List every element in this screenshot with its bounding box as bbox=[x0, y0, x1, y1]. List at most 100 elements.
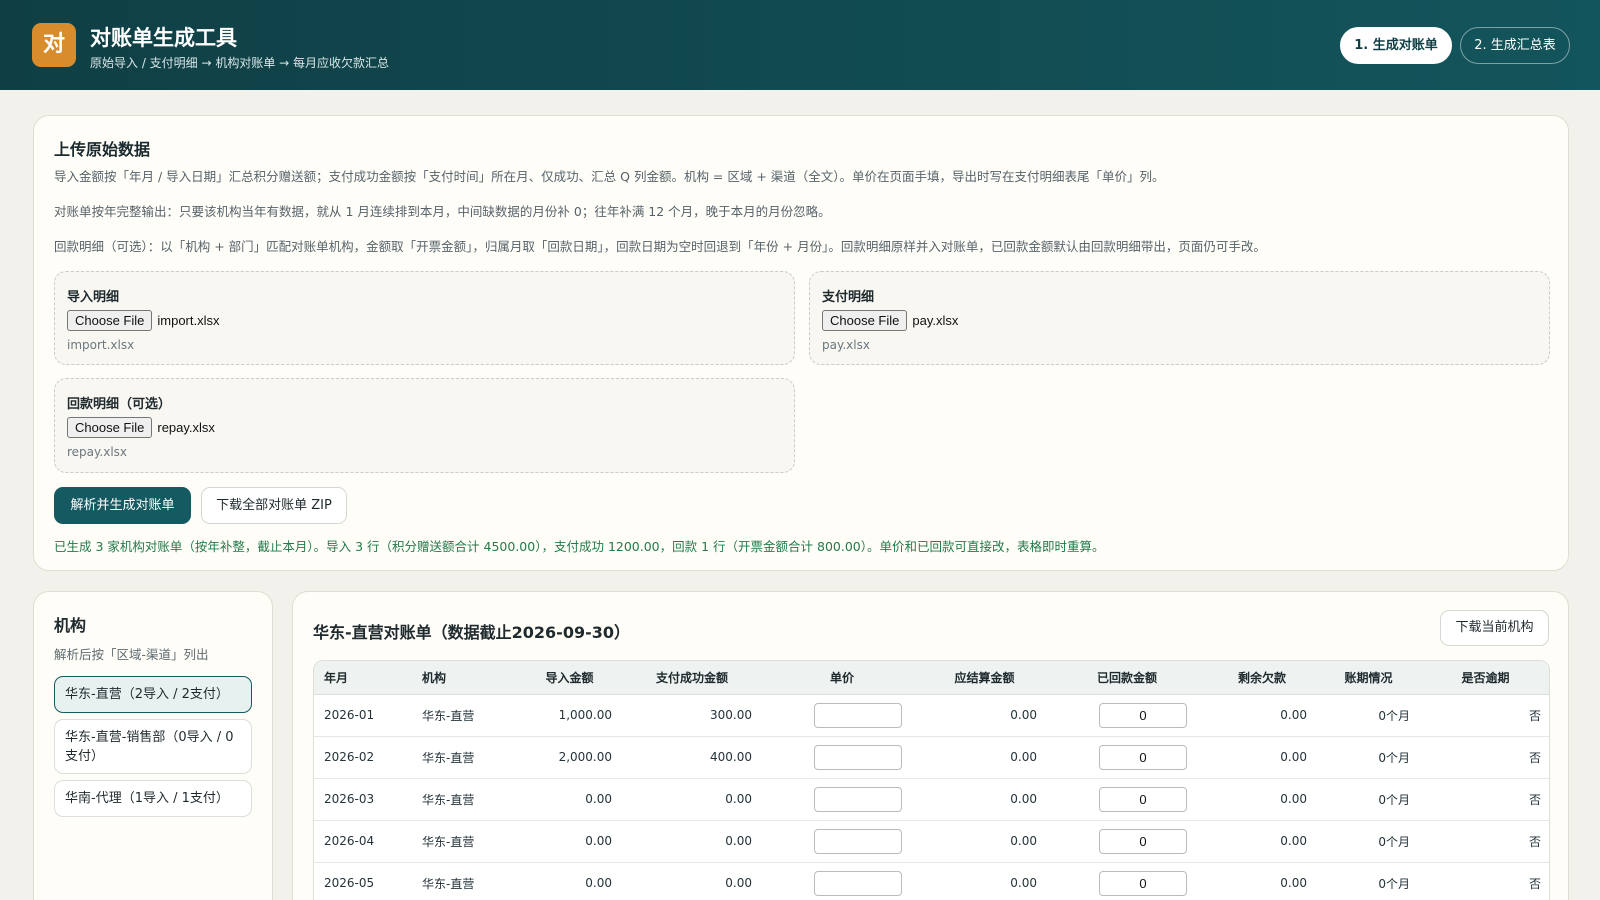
cell-settle-amount: 0.00 bbox=[922, 778, 1047, 821]
import-dropzone[interactable]: 导入明细 Choose File import.xlsx import.xlsx bbox=[54, 271, 795, 365]
cell-month: 2026-03 bbox=[314, 778, 412, 821]
unit-price-input[interactable] bbox=[814, 786, 902, 812]
cell-import-amount: 1,000.00 bbox=[517, 694, 622, 737]
org-item-huanan-daili[interactable]: 华南-代理（1导入 / 1支付） bbox=[54, 780, 252, 817]
pay-file-hint: pay.xlsx bbox=[822, 338, 870, 352]
table-row: 2026-05 华东-直营 0.00 0.00 0.00 0 0.00 0个月 … bbox=[314, 862, 1549, 900]
cell-overdue: 否 bbox=[1420, 778, 1549, 821]
col-header-unit-price: 单价 bbox=[762, 661, 922, 695]
download-all-zip-button[interactable]: 下载全部对账单 ZIP bbox=[201, 487, 347, 524]
cell-settle-amount: 0.00 bbox=[922, 862, 1047, 900]
cell-payment-term: 0个月 bbox=[1317, 862, 1420, 900]
col-header-org: 机构 bbox=[412, 661, 517, 695]
col-header-settle-amount: 应结算金额 bbox=[922, 661, 1047, 695]
repaid-amount-input[interactable]: 0 bbox=[1099, 828, 1187, 854]
org-item-huadong-zhiying[interactable]: 华东-直营（2导入 / 2支付） bbox=[54, 676, 252, 713]
repay-label: 回款明细（可选） bbox=[67, 397, 172, 412]
cell-settle-amount: 0.00 bbox=[922, 694, 1047, 737]
cell-payment-term: 0个月 bbox=[1317, 778, 1420, 821]
cell-overdue: 否 bbox=[1420, 736, 1549, 779]
cell-org: 华东-直营 bbox=[412, 862, 517, 900]
app-title: 对账单生成工具 bbox=[90, 26, 237, 50]
table-row: 2026-03 华东-直营 0.00 0.00 0.00 0 0.00 0个月 … bbox=[314, 778, 1549, 821]
cell-remaining-owed: 0.00 bbox=[1207, 862, 1317, 900]
download-current-org-button[interactable]: 下载当前机构 bbox=[1440, 610, 1549, 646]
table-row: 2026-01 华东-直营 1,000.00 300.00 0.00 0 0.0… bbox=[314, 694, 1549, 737]
upload-description-2: 对账单按年完整输出：只要该机构当年有数据，就从 1 月连续排到本月，中间缺数据的… bbox=[54, 204, 831, 219]
pay-label: 支付明细 bbox=[822, 290, 875, 305]
app-logo-icon: 对 bbox=[32, 23, 76, 67]
cell-paid-amount: 0.00 bbox=[622, 820, 762, 863]
col-header-repaid-amount: 已回款金额 bbox=[1047, 661, 1207, 695]
cell-month: 2026-04 bbox=[314, 820, 412, 863]
col-header-paid-amount: 支付成功金额 bbox=[622, 661, 762, 695]
cell-org: 华东-直营 bbox=[412, 694, 517, 737]
import-label: 导入明细 bbox=[67, 290, 120, 305]
unit-price-input[interactable] bbox=[814, 702, 902, 728]
cell-import-amount: 0.00 bbox=[517, 778, 622, 821]
col-header-payment-term: 账期情况 bbox=[1317, 661, 1420, 695]
table-row: 2026-02 华东-直营 2,000.00 400.00 0.00 0 0.0… bbox=[314, 736, 1549, 779]
cell-remaining-owed: 0.00 bbox=[1207, 694, 1317, 737]
import-file-name: import.xlsx bbox=[157, 312, 220, 328]
repaid-amount-input[interactable]: 0 bbox=[1099, 702, 1187, 728]
step-tab-generate-statements[interactable]: 1. 生成对账单 bbox=[1340, 27, 1452, 64]
col-header-import-amount: 导入金额 bbox=[517, 661, 622, 695]
cell-overdue: 否 bbox=[1420, 862, 1549, 900]
orgs-panel: 机构 解析后按「区域-渠道」列出 华东-直营（2导入 / 2支付） 华东-直营-… bbox=[33, 591, 273, 900]
col-header-month: 年月 bbox=[314, 661, 412, 695]
cell-remaining-owed: 0.00 bbox=[1207, 820, 1317, 863]
upload-panel-title: 上传原始数据 bbox=[54, 140, 151, 159]
upload-description-1: 导入金额按「年月 / 导入日期」汇总积分赠送额；支付成功金额按「支付时间」所在月… bbox=[54, 169, 1165, 184]
repaid-amount-input[interactable]: 0 bbox=[1099, 786, 1187, 812]
orgs-subtitle: 解析后按「区域-渠道」列出 bbox=[54, 647, 209, 662]
table-header-row: 年月 机构 导入金额 支付成功金额 单价 应结算金额 已回款金额 剩余欠款 账期… bbox=[314, 661, 1549, 695]
cell-overdue: 否 bbox=[1420, 694, 1549, 737]
cell-month: 2026-02 bbox=[314, 736, 412, 779]
pay-choose-file-button[interactable]: Choose File bbox=[822, 309, 908, 331]
unit-price-input[interactable] bbox=[814, 870, 902, 896]
repaid-amount-input[interactable]: 0 bbox=[1099, 744, 1187, 770]
repay-dropzone[interactable]: 回款明细（可选） Choose File repay.xlsx repay.xl… bbox=[54, 378, 795, 473]
import-choose-file-button[interactable]: Choose File bbox=[67, 309, 153, 331]
import-file-input[interactable]: Choose File import.xlsx bbox=[67, 309, 220, 331]
cell-payment-term: 0个月 bbox=[1317, 736, 1420, 779]
cell-settle-amount: 0.00 bbox=[922, 736, 1047, 779]
pay-dropzone[interactable]: 支付明细 Choose File pay.xlsx pay.xlsx bbox=[809, 271, 1550, 365]
statement-title: 华东-直营对账单（数据截止2026-09-30） bbox=[313, 623, 630, 642]
cell-settle-amount: 0.00 bbox=[922, 820, 1047, 863]
table-row: 2026-04 华东-直营 0.00 0.00 0.00 0 0.00 0个月 … bbox=[314, 820, 1549, 863]
generate-statements-button[interactable]: 解析并生成对账单 bbox=[54, 487, 191, 524]
cell-paid-amount: 300.00 bbox=[622, 694, 762, 737]
pay-file-input[interactable]: Choose File pay.xlsx bbox=[822, 309, 958, 331]
pay-file-name: pay.xlsx bbox=[912, 312, 959, 328]
unit-price-input[interactable] bbox=[814, 744, 902, 770]
cell-paid-amount: 0.00 bbox=[622, 778, 762, 821]
app-header: 对 对账单生成工具 原始导入 / 支付明细 → 机构对账单 → 每月应收欠款汇总… bbox=[0, 0, 1600, 90]
parse-status-message: 已生成 3 家机构对账单（按年补整，截止本月）。导入 3 行（积分赠送额合计 4… bbox=[54, 539, 1105, 554]
repay-file-input[interactable]: Choose File repay.xlsx bbox=[67, 416, 215, 438]
repay-file-name: repay.xlsx bbox=[157, 419, 215, 435]
cell-remaining-owed: 0.00 bbox=[1207, 736, 1317, 779]
unit-price-input[interactable] bbox=[814, 828, 902, 854]
repaid-amount-input[interactable]: 0 bbox=[1099, 870, 1187, 896]
cell-month: 2026-05 bbox=[314, 862, 412, 900]
step-tab-generate-summary[interactable]: 2. 生成汇总表 bbox=[1460, 27, 1570, 64]
statement-table: 年月 机构 导入金额 支付成功金额 单价 应结算金额 已回款金额 剩余欠款 账期… bbox=[313, 660, 1550, 900]
col-header-overdue: 是否逾期 bbox=[1420, 661, 1549, 695]
cell-remaining-owed: 0.00 bbox=[1207, 778, 1317, 821]
col-header-remaining-owed: 剩余欠款 bbox=[1207, 661, 1317, 695]
cell-payment-term: 0个月 bbox=[1317, 820, 1420, 863]
cell-paid-amount: 0.00 bbox=[622, 862, 762, 900]
cell-payment-term: 0个月 bbox=[1317, 694, 1420, 737]
import-file-hint: import.xlsx bbox=[67, 338, 135, 352]
upload-description-3: 回款明细（可选）：以「机构 + 部门」匹配对账单机构，金额取「开票金额」，归属月… bbox=[54, 239, 1266, 254]
statement-panel: 华东-直营对账单（数据截止2026-09-30） 下载当前机构 年月 机构 导入… bbox=[292, 591, 1569, 900]
cell-import-amount: 2,000.00 bbox=[517, 736, 622, 779]
repay-file-hint: repay.xlsx bbox=[67, 445, 128, 459]
cell-org: 华东-直营 bbox=[412, 778, 517, 821]
cell-org: 华东-直营 bbox=[412, 736, 517, 779]
repay-choose-file-button[interactable]: Choose File bbox=[67, 416, 153, 438]
org-item-huadong-zhiying-sales[interactable]: 华东-直营-销售部（0导入 / 0支付） bbox=[54, 719, 252, 774]
app-subtitle: 原始导入 / 支付明细 → 机构对账单 → 每月应收欠款汇总 bbox=[90, 56, 390, 70]
